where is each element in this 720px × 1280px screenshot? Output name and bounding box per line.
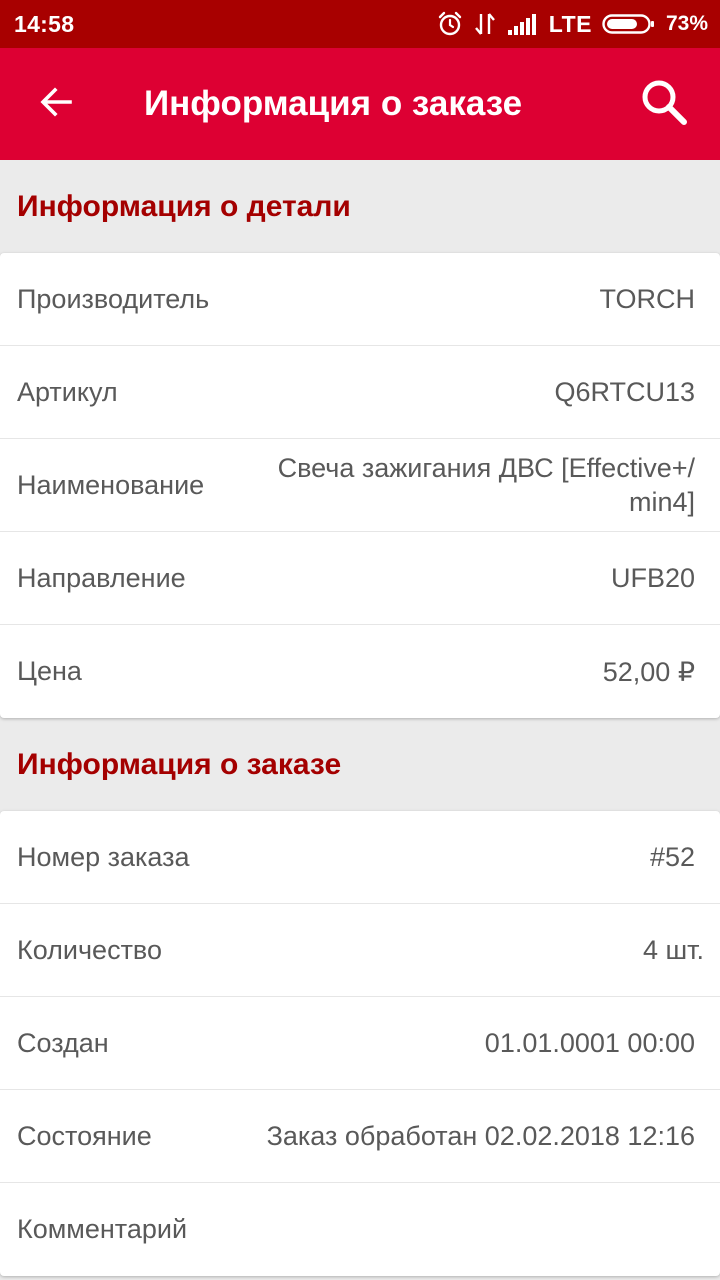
battery-percent: 73% [665,12,708,35]
row-value: UFB20 [610,563,695,593]
row-label: Состояние [17,1120,152,1151]
row-label: Количество [17,934,162,965]
row-price: Цена 52,00 ₽ [0,625,720,718]
part-info-card: Производитель TORCH Артикул Q6RTCU13 Наи… [0,253,720,718]
data-arrows-icon [473,11,497,37]
row-article: Артикул Q6RTCU13 [0,346,720,439]
row-order-number: Номер заказа #52 [0,811,720,904]
back-button[interactable] [0,48,112,160]
row-value: Q6RTCU13 [554,377,695,407]
row-name: Наименование Свеча зажигания ДВС [Effect… [0,439,720,532]
row-created: Создан 01.01.0001 00:00 [0,997,720,1090]
row-status: Состояние Заказ обработан 02.02.2018 12:… [0,1090,720,1183]
row-value: #52 [649,842,695,872]
network-type: LTE [548,10,592,37]
alarm-icon [437,11,463,37]
row-comment: Комментарий [0,1183,720,1276]
status-time: 14:58 [14,10,75,37]
row-value: TORCH [599,284,695,314]
row-label: Цена [17,656,82,686]
row-quantity: Количество 4 шт. [0,904,720,997]
row-label: Производитель [17,283,210,314]
order-info-card: Номер заказа #52 Количество 4 шт. Создан… [0,811,720,1276]
page-title: Информация о заказе [144,84,523,123]
search-button[interactable] [608,48,720,160]
part-section-header: Информация о детали [17,189,351,223]
row-value: Свеча зажигания ДВС [Effective+/ min4] [277,453,695,517]
search-icon [639,77,689,132]
row-label: Номер заказа [17,841,190,872]
row-label: Создан [17,1027,109,1058]
row-label: Направление [17,562,186,593]
row-value: 4 шт. [642,935,704,965]
status-icons: LTE 73% [437,11,708,38]
row-value: 01.01.0001 00:00 [484,1028,695,1058]
row-label: Артикул [17,376,118,407]
row-label: Наименование [17,469,205,500]
row-direction: Направление UFB20 [0,532,720,625]
signal-icon [507,12,539,36]
order-section-header: Информация о заказе [17,747,342,781]
row-value: 52,00 ₽ [602,656,695,687]
arrow-back-icon [38,84,74,125]
row-value: Заказ обработан 02.02.2018 12:16 [266,1121,695,1151]
row-manufacturer: Производитель TORCH [0,253,720,346]
app-bar: Информация о заказе [0,48,720,160]
row-label: Комментарий [17,1214,188,1244]
status-bar: 14:58 LTE 73% [0,0,720,48]
content[interactable]: Информация о детали Производитель TORCH … [0,160,720,1280]
battery-icon [602,12,656,36]
